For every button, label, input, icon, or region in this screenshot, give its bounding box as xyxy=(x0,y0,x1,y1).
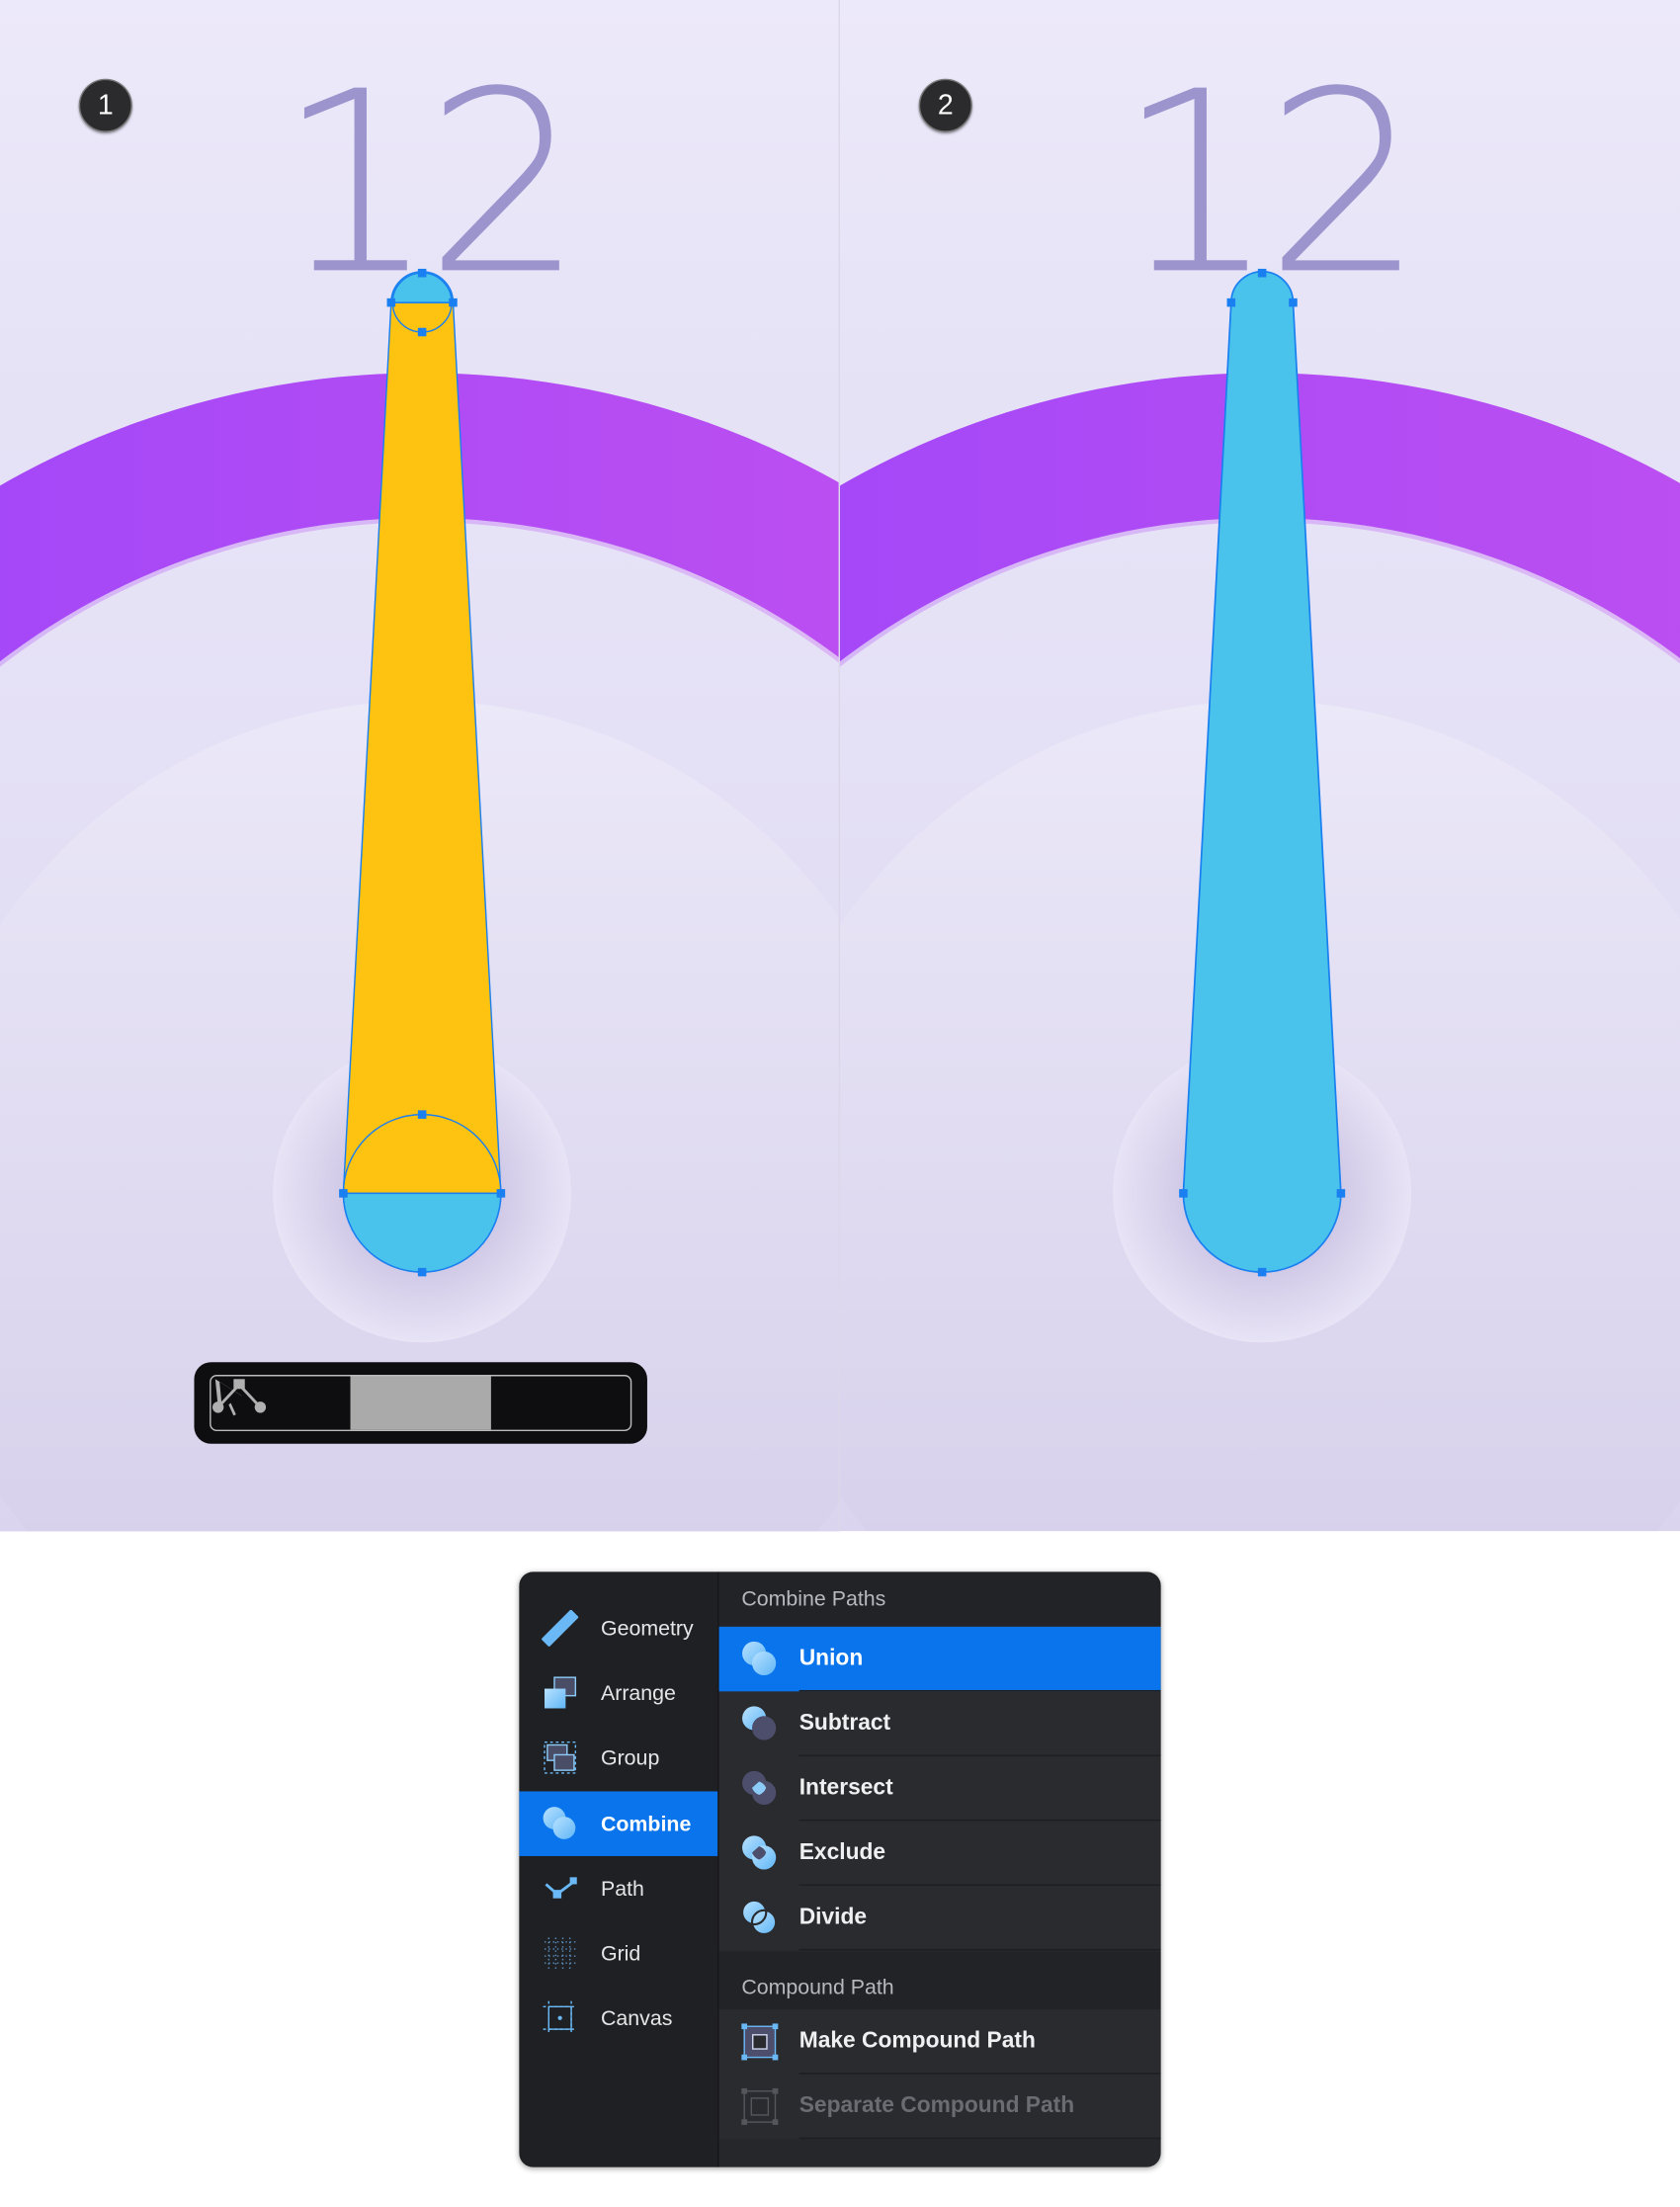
step-1-panel: 12 1 xyxy=(0,0,841,1532)
union-icon xyxy=(738,1638,781,1680)
intersect-icon xyxy=(738,1767,781,1810)
arrange-icon xyxy=(541,1673,580,1713)
sidebar-item-label: Canvas xyxy=(600,2005,673,2030)
sidebar-item-arrange[interactable]: Arrange xyxy=(519,1660,717,1725)
ruler-icon xyxy=(541,1608,580,1648)
subtract-icon xyxy=(738,1703,781,1745)
combine-icon xyxy=(541,1804,580,1843)
path-icon xyxy=(541,1869,580,1909)
menu-content: Combine Paths Union Subtract Intersect E… xyxy=(718,1571,1161,2166)
canvas-icon xyxy=(541,1998,580,2038)
menu-item-label: Divide xyxy=(798,1905,868,1930)
sidebar-item-path[interactable]: Path xyxy=(519,1856,717,1920)
path-nodes-icon xyxy=(211,1379,267,1413)
sidebar-item-grid[interactable]: Grid xyxy=(519,1920,717,1985)
sidebar-item-group[interactable]: Group xyxy=(519,1726,717,1790)
combine-menu: Geometry Arrange Group Combine Path Grid… xyxy=(519,1571,1161,2167)
sidebar-item-label: Grid xyxy=(600,1941,641,1966)
sidebar-item-label: Combine xyxy=(600,1812,692,1836)
sidebar-item-label: Geometry xyxy=(600,1616,694,1641)
menu-item-exclude[interactable]: Exclude xyxy=(718,1821,1161,1886)
subselect-tool-button[interactable] xyxy=(219,1376,491,1430)
step-badge: 1 xyxy=(78,78,132,132)
menu-item-divide[interactable]: Divide xyxy=(718,1885,1161,1951)
menu-item-intersect[interactable]: Intersect xyxy=(718,1755,1161,1822)
canvas-illustration: 12 xyxy=(0,0,841,1532)
sidebar-item-label: Group xyxy=(600,1745,660,1770)
path-tool-button[interactable] xyxy=(211,1376,630,1429)
step-badge: 2 xyxy=(918,78,972,132)
menu-item-label: Subtract xyxy=(798,1711,891,1736)
menu-item-subtract[interactable]: Subtract xyxy=(718,1691,1161,1756)
menu-item-label: Intersect xyxy=(798,1775,893,1801)
menu-item-make-compound-path[interactable]: Make Compound Path xyxy=(718,2009,1161,2075)
separate-compound-icon xyxy=(738,2085,781,2128)
section-header: Combine Paths xyxy=(718,1571,1161,1626)
exclude-icon xyxy=(738,1832,781,1875)
sidebar-item-geometry[interactable]: Geometry xyxy=(519,1596,717,1660)
menu-sidebar: Geometry Arrange Group Combine Path Grid… xyxy=(519,1571,719,2167)
grid-icon xyxy=(541,1933,580,1973)
sidebar-item-canvas[interactable]: Canvas xyxy=(519,1986,717,2050)
menu-item-label: Separate Compound Path xyxy=(798,2093,1075,2118)
make-compound-icon xyxy=(738,2021,781,2064)
menu-item-separate-compound-path[interactable]: Separate Compound Path xyxy=(718,2074,1161,2140)
divide-icon xyxy=(738,1897,781,1939)
menu-item-union[interactable]: Union xyxy=(718,1626,1161,1692)
menu-item-label: Union xyxy=(798,1646,864,1671)
sidebar-item-combine[interactable]: Combine xyxy=(519,1791,718,1856)
step-2-panel: 12 2 xyxy=(840,0,1680,1532)
selection-toolbar xyxy=(194,1362,647,1444)
menu-item-label: Make Compound Path xyxy=(798,2029,1036,2054)
sidebar-item-label: Arrange xyxy=(600,1680,676,1705)
section-header: Compound Path xyxy=(718,1951,1161,2010)
sidebar-item-label: Path xyxy=(600,1876,644,1901)
group-icon xyxy=(541,1738,580,1777)
menu-item-label: Exclude xyxy=(798,1840,886,1865)
canvas-illustration: 12 xyxy=(840,0,1680,1532)
